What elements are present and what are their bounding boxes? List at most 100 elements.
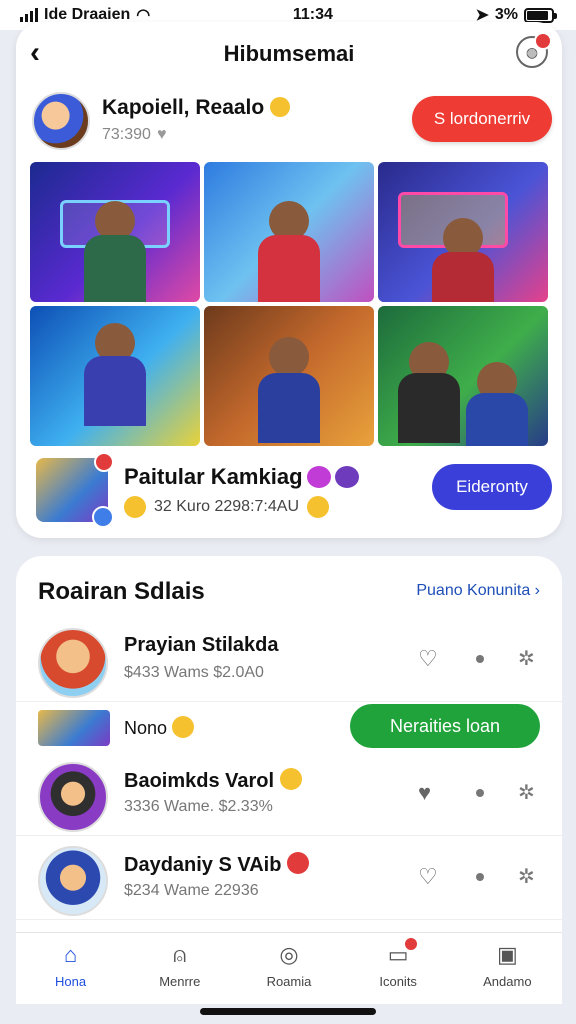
bag-icon: ▣ [496, 942, 518, 967]
tab-menu[interactable]: ⍝ Menrre [130, 942, 230, 989]
person-body [398, 373, 460, 444]
notification-badge [534, 32, 552, 50]
featured-item: Paitular Kamkiag 32 Kuro 2298:7:4AU Eide… [32, 452, 552, 528]
primary-action-button[interactable]: S lordonerriv [412, 96, 552, 142]
tab-label: Andamo [483, 974, 532, 989]
person-body [84, 356, 146, 427]
gallery-photo[interactable] [30, 306, 200, 446]
list-item[interactable]: Prayian Stilakda $433 Wams $2.0A0 ♡ ✲ [16, 622, 562, 702]
person-head [269, 336, 309, 377]
person-body [466, 392, 528, 446]
featured-thumbnail[interactable] [36, 452, 114, 528]
smile-icon [279, 768, 302, 790]
list-item[interactable]: Daydaniy S VAib $234 Wame 22936 ♡ ✲ [16, 840, 562, 920]
featured-meta-text: 32 Kuro 2298:7:4AU [154, 498, 299, 515]
home-icon: ⌂ [63, 942, 78, 967]
share-icon[interactable]: ✲ [518, 782, 540, 804]
back-icon[interactable]: ‹ [30, 38, 62, 70]
item-actions: ♡ ✲ [418, 648, 540, 671]
item-meta: 3336 Wame. $2.33% [124, 798, 273, 815]
tab-home[interactable]: ⌂ Hona [21, 942, 121, 989]
dot-icon [476, 655, 484, 663]
profile-meta: 73:390 ♥ [102, 126, 166, 144]
item-title: Baoimkds Varol [124, 768, 302, 793]
inline-action-button[interactable]: Neraities loan [350, 704, 540, 748]
profile-name: Kapoiell, Reaalo [102, 96, 291, 120]
laugh-icon [172, 716, 195, 738]
notification-badge [94, 452, 114, 472]
profile-meta-text: 73:390 [102, 126, 151, 143]
gallery-photo[interactable] [378, 162, 548, 302]
photo-gallery [30, 162, 548, 446]
inline-label: Nono [124, 716, 195, 739]
verified-icon [270, 97, 291, 117]
item-title-text: Baoimkds Varol [124, 770, 275, 792]
featured-action-button[interactable]: Eideronty [432, 464, 552, 510]
share-icon[interactable]: ✲ [518, 866, 540, 888]
person-body [432, 251, 494, 302]
item-actions: ♥ ✲ [418, 782, 540, 805]
heart-tag-icon [306, 466, 331, 488]
heart-icon[interactable]: ♡ [418, 866, 442, 888]
gallery-photo[interactable] [204, 306, 374, 446]
inline-label-text: Nono [124, 718, 168, 738]
wink-icon [307, 496, 329, 518]
share-icon[interactable]: ✲ [518, 648, 540, 670]
tab-label: Menrre [159, 974, 201, 989]
heart-icon[interactable]: ♡ [418, 648, 442, 670]
avatar [38, 846, 108, 916]
top-nav: ‹ Hibumsemai ◍ [16, 32, 562, 76]
notification-badge [403, 936, 420, 952]
item-title: Prayian Stilakda [124, 634, 279, 656]
tab-messages[interactable]: ▭ Iconits [348, 936, 448, 989]
battery-icon [524, 7, 557, 23]
item-actions: ♡ ✲ [418, 866, 540, 889]
avatar[interactable] [32, 92, 90, 150]
person-body [84, 234, 146, 302]
heart-icon[interactable]: ♥ [418, 782, 442, 804]
person-body [258, 373, 320, 444]
inline-thumbnail[interactable] [38, 710, 110, 746]
profile-name-text: Kapoiell, Reaalo [102, 96, 265, 119]
item-meta: $433 Wams $2.0A0 [124, 664, 264, 681]
badge-icon [287, 852, 310, 874]
avatar [38, 762, 108, 832]
tab-label: Iconits [379, 974, 417, 989]
tab-explore[interactable]: ◎ Roamia [239, 942, 339, 989]
notifications-button[interactable]: ◍ [516, 32, 552, 68]
profile-card: ‹ Hibumsemai ◍ Kapoiell, Reaalo 73:390 ♥ … [16, 22, 562, 538]
item-title: Daydaniy S VAib [124, 852, 310, 877]
signal-icon [20, 8, 38, 22]
gallery-photo[interactable] [204, 162, 374, 302]
person-body [258, 234, 320, 302]
see-all-link[interactable]: Puano Konunita › [416, 582, 540, 600]
bell-icon: ⍝ [173, 942, 187, 967]
gallery-photo[interactable] [30, 162, 200, 302]
section-title: Roairan Sdlais [38, 578, 205, 605]
home-indicator [200, 1008, 376, 1015]
featured-meta: 32 Kuro 2298:7:4AU [124, 496, 329, 518]
featured-title-text: Paitular Kamkiag [124, 464, 303, 489]
compass-icon: ◎ [279, 942, 299, 967]
tab-shop[interactable]: ▣ Andamo [457, 942, 557, 989]
page-title: Hibumsemai [223, 41, 355, 66]
featured-title: Paitular Kamkiag [124, 464, 359, 490]
see-all-label: Puano Konunita [416, 582, 531, 599]
tab-bar: ⌂ Hona ⍝ Menrre ◎ Roamia ▭ Iconits ▣ And… [16, 932, 562, 998]
smile-icon [124, 496, 146, 518]
list-item[interactable]: Baoimkds Varol 3336 Wame. $2.33% ♥ ✲ [16, 756, 562, 836]
profile-row: Kapoiell, Reaalo 73:390 ♥ S lordonerriv [32, 92, 552, 152]
circle-tag-icon [334, 466, 359, 488]
heart-icon: ♥ [156, 126, 167, 143]
item-meta: $234 Wame 22936 [124, 882, 259, 899]
dot-icon [476, 789, 484, 797]
tab-label: Hona [55, 974, 87, 989]
shield-icon [92, 506, 114, 528]
inline-item: Nono Neraities loan [16, 702, 562, 752]
chat-icon: ▭ [385, 936, 420, 968]
dot-icon [476, 873, 484, 881]
tab-label: Roamia [266, 974, 312, 989]
avatar [38, 628, 108, 698]
gallery-photo[interactable] [378, 306, 548, 446]
item-title-text: Daydaniy S VAib [124, 854, 282, 876]
